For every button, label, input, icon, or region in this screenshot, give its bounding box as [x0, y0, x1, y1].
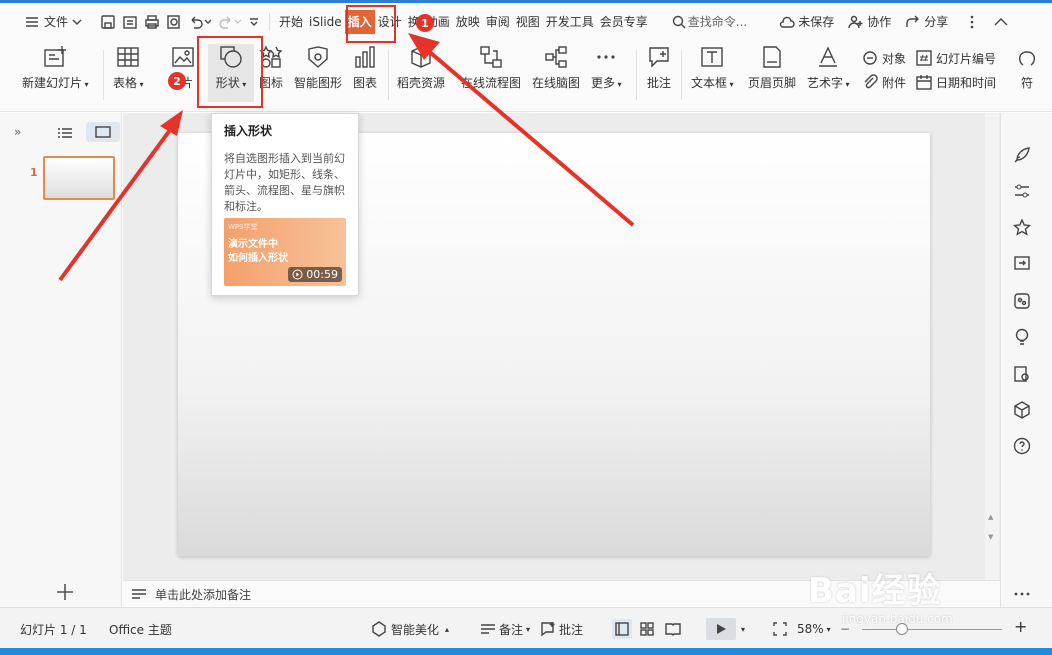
annotation-arrow-insert [423, 46, 635, 227]
annotation-arrows [58, 33, 635, 282]
annotation-arrow-shape [58, 128, 172, 282]
watermark-url: jingyan.baidu.com [842, 612, 953, 626]
wps-presentation-window: 文件 开始 iSlide 插入 设计换动画 放映 审阅 视图 开发工具 会员专享 查找命令...… [0, 0, 1052, 648]
baidu-jingyan-watermark: Bai经验 jingyan.baidu.com [808, 563, 988, 633]
annotation-arrowhead-shape [160, 110, 183, 136]
watermark-brand: Bai经验 [808, 571, 942, 611]
